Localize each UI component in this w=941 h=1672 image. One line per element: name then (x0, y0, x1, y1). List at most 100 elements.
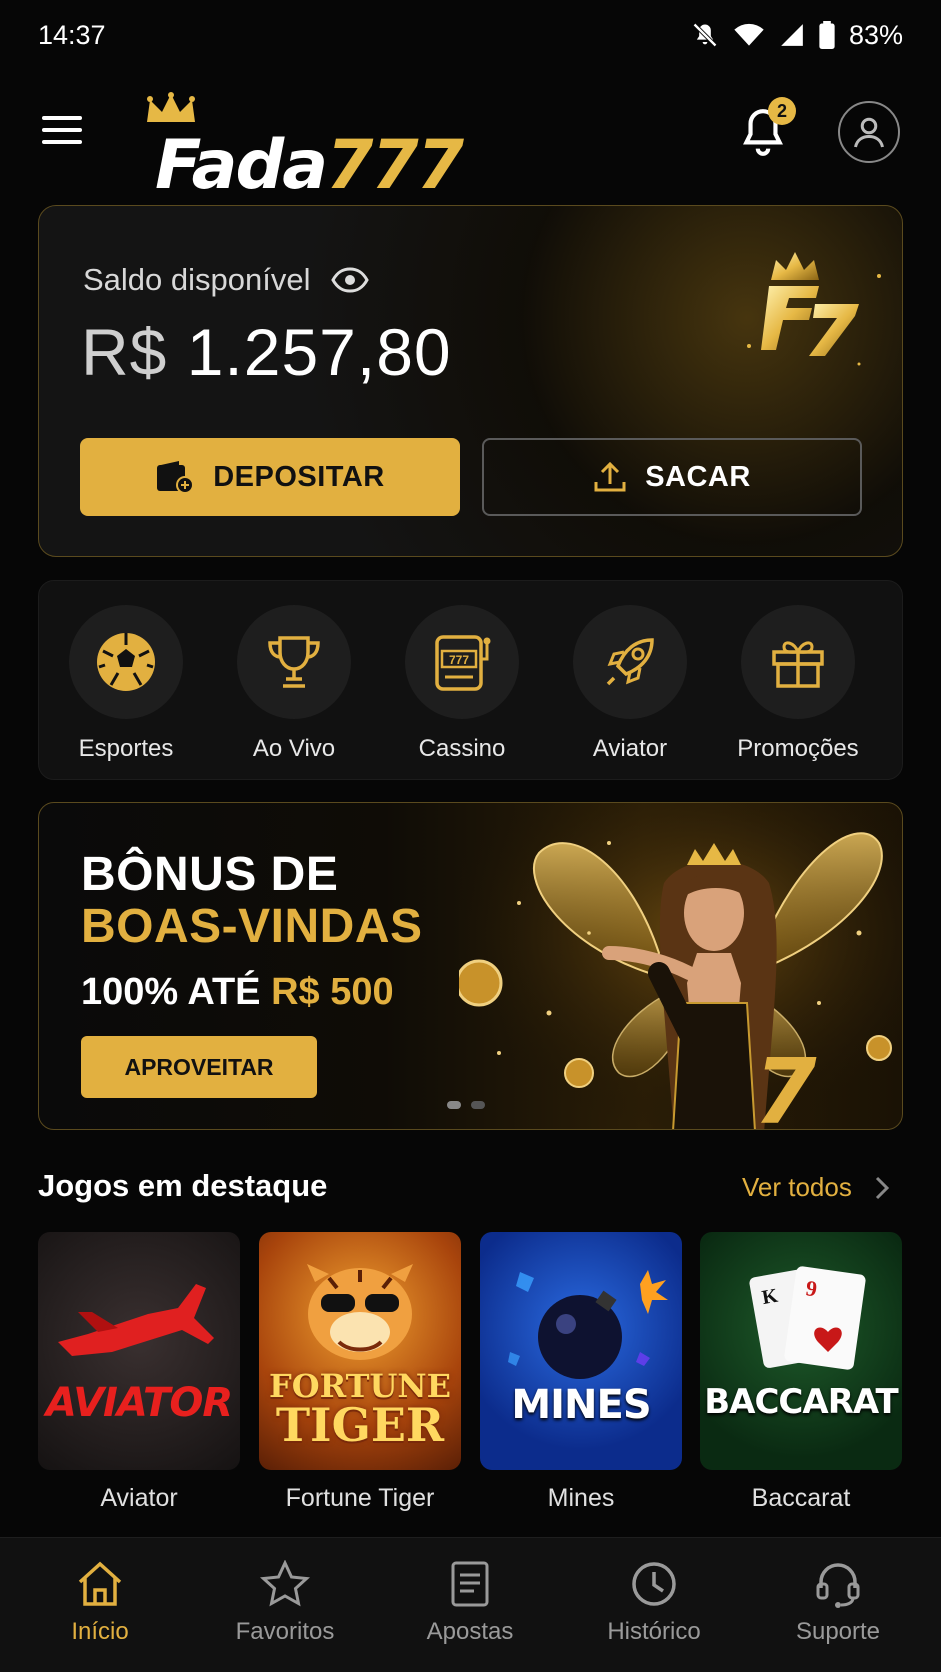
category-ao-vivo[interactable]: Ao Vivo (219, 605, 369, 763)
deposit-button[interactable]: DEPOSITAR (80, 438, 460, 516)
app-header: Fada777 2 (0, 70, 941, 200)
category-label: Esportes (78, 735, 174, 762)
welcome-bonus-banner[interactable]: 7 BÔNUS DE BOAS-VINDAS 100% ATÉ R$ 500 A… (38, 802, 903, 1130)
status-time: 14:37 (38, 19, 106, 50)
game-label: Aviator (100, 1484, 178, 1512)
category-icon-wrap: 777 (405, 605, 519, 719)
battery-percent: 83% (848, 19, 903, 50)
game-card-mines[interactable]: MINES Mines (480, 1232, 682, 1513)
carousel-dot[interactable] (471, 1101, 485, 1109)
withdraw-button[interactable]: SACAR (482, 438, 862, 516)
banner-title-line1: BÔNUS DE (81, 848, 339, 901)
balance-value: 1.257,80 (186, 315, 452, 389)
category-bar: Esportes Ao Vivo 777 Cassino Aviator Pro… (38, 580, 903, 780)
headset-icon (816, 1563, 860, 1608)
logo-word: Fada (155, 126, 328, 205)
category-label: Ao Vivo (252, 735, 336, 762)
balance-amount: R$ 1.257,80 (81, 314, 452, 390)
rocket-icon (606, 638, 654, 686)
carousel-dot[interactable] (447, 1101, 461, 1109)
user-icon (854, 117, 884, 148)
category-aviator[interactable]: Aviator (555, 605, 705, 763)
aproveitar-button[interactable]: APROVEITAR (81, 1036, 317, 1098)
notification-badge: 2 (768, 97, 796, 125)
game-card-baccarat[interactable]: K9 BACCARAT Baccarat (700, 1232, 902, 1513)
clock-icon (632, 1562, 676, 1606)
hamburger-menu-button[interactable] (40, 108, 84, 152)
home-icon (78, 1561, 122, 1606)
game-thumbnail: MINES (480, 1232, 682, 1470)
game-art-title-2: TIGER (275, 1398, 445, 1452)
withdraw-label: SACAR (645, 460, 751, 493)
mute-icon (693, 23, 717, 47)
nav-label: Favoritos (235, 1618, 335, 1645)
carousel-dots (447, 1101, 485, 1109)
category-cassino[interactable]: 777 Cassino (387, 605, 537, 763)
balance-label-row: Saldo disponível (83, 262, 369, 298)
category-icon-wrap (741, 605, 855, 719)
banner-offer: 100% ATÉ R$ 500 (81, 971, 394, 1014)
nav-historico[interactable]: Histórico (579, 1560, 729, 1646)
crown-icon (147, 92, 195, 122)
balance-currency: R$ (81, 315, 168, 389)
game-art-title: FORTUNE TIGER (259, 1370, 461, 1448)
ticket-icon (451, 1561, 489, 1607)
nav-apostas[interactable]: Apostas (395, 1560, 545, 1646)
category-label: Promoções (737, 735, 859, 762)
airplane-icon (58, 1284, 214, 1356)
category-label: Cassino (418, 735, 506, 762)
nav-favoritos[interactable]: Favoritos (210, 1560, 360, 1646)
soccer-ball-icon (97, 633, 155, 691)
nav-label: Início (71, 1618, 129, 1645)
game-card-aviator[interactable]: AVIATOR Aviator (38, 1232, 240, 1513)
category-promocoes[interactable]: Promoções (723, 605, 873, 763)
nav-inicio[interactable]: Início (25, 1560, 175, 1646)
trophy-icon (268, 636, 320, 688)
hamburger-icon (42, 116, 82, 144)
battery-icon (819, 21, 835, 49)
category-icon-wrap (237, 605, 351, 719)
game-label: Baccarat (751, 1484, 851, 1512)
chevron-right-icon (875, 1176, 889, 1199)
status-bar: 14:37 83% (0, 0, 941, 70)
f7-brand-emblem (747, 252, 881, 366)
game-label: Fortune Tiger (285, 1484, 435, 1512)
category-icon-wrap (573, 605, 687, 719)
signal-icon (781, 24, 803, 46)
balance-label: Saldo disponível (83, 262, 311, 297)
profile-button[interactable] (838, 101, 900, 163)
game-thumbnail: K9 BACCARAT (700, 1232, 902, 1470)
game-thumbnail: FORTUNE TIGER (259, 1232, 461, 1470)
game-thumbnail: AVIATOR (38, 1232, 240, 1470)
logo-number: 777 (326, 126, 464, 205)
see-all-label: Ver todos (742, 1172, 852, 1202)
balance-card: Saldo disponível R$ 1.257,80 DEPOSITAR S… (38, 205, 903, 557)
wifi-icon (734, 23, 764, 46)
status-icons: 83% (691, 20, 903, 51)
nav-label: Suporte (795, 1618, 881, 1645)
category-esportes[interactable]: Esportes (51, 605, 201, 763)
game-art-title: BACCARAT (704, 1382, 899, 1422)
svg-text:7: 7 (754, 1040, 817, 1130)
wallet-plus-icon (157, 461, 195, 494)
nav-suporte[interactable]: Suporte (763, 1560, 913, 1646)
nav-label: Apostas (426, 1618, 514, 1645)
category-label: Aviator (592, 735, 668, 762)
fairy-illustration: 7 (459, 803, 902, 1130)
bomb-icon (508, 1270, 668, 1379)
svg-text:777: 777 (449, 653, 469, 667)
banner-offer-amount: R$ 500 (271, 971, 394, 1013)
game-label: Mines (547, 1484, 615, 1512)
bottom-navigation: Início Favoritos Apostas Histórico Supor… (0, 1537, 941, 1672)
deposit-label: DEPOSITAR (213, 460, 385, 493)
gift-icon (772, 641, 824, 688)
eye-icon[interactable] (330, 267, 369, 293)
slot-machine-icon: 777 (435, 635, 491, 691)
see-all-link[interactable]: Ver todos (742, 1172, 890, 1203)
game-art-title: MINES (511, 1382, 651, 1428)
game-art-title: AVIATOR (45, 1380, 233, 1426)
game-card-fortune-tiger[interactable]: FORTUNE TIGER Fortune Tiger (259, 1232, 461, 1513)
banner-title-line2: BOAS-VINDAS (81, 900, 423, 953)
banner-offer-text: 100% ATÉ (81, 971, 261, 1013)
star-icon (260, 1560, 310, 1607)
